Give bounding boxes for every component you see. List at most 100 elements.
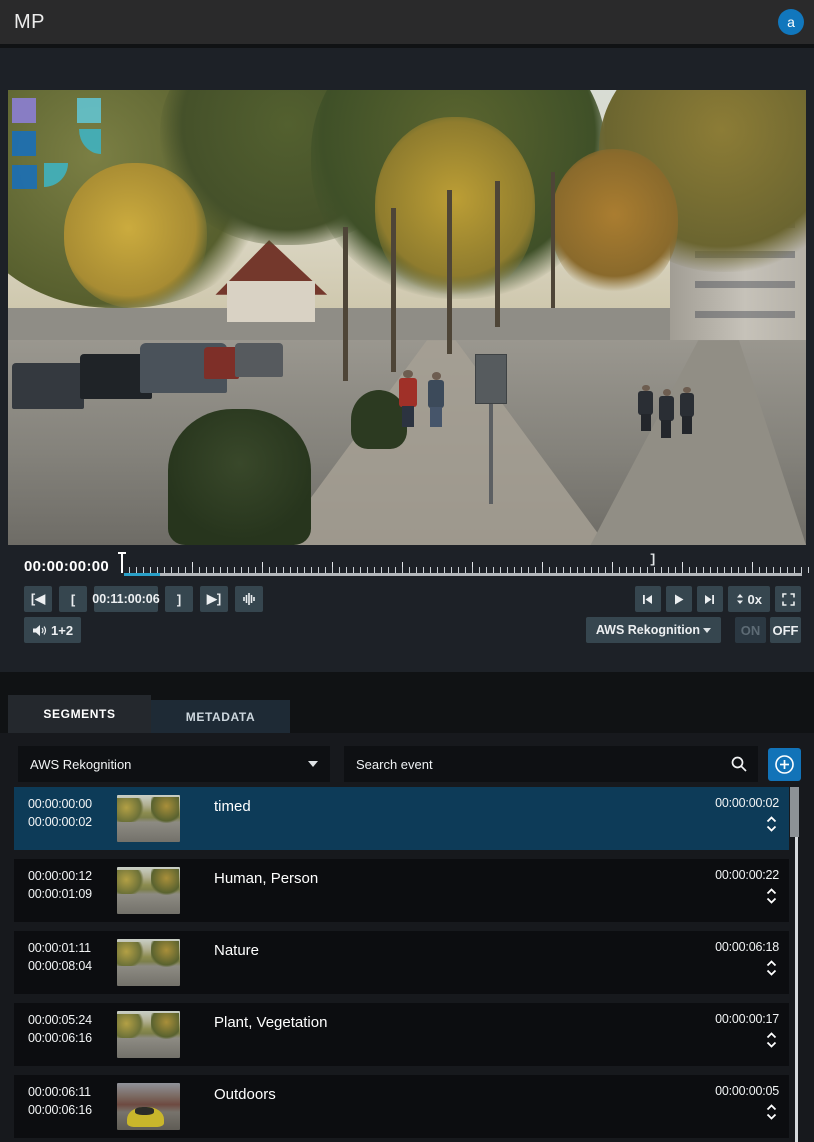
- timeline-progress: [124, 573, 160, 576]
- chevron-down-icon: [766, 1041, 777, 1048]
- category-dropdown[interactable]: AWS Rekognition: [18, 746, 330, 782]
- speed-arrows-icon: [736, 593, 744, 605]
- segment-row[interactable]: 00:00:06:11 00:00:06:16 Outdoors 00:00:0…: [14, 1075, 789, 1138]
- scene-pedestrian-blue: [428, 379, 445, 427]
- segment-row[interactable]: 00:00:05:24 00:00:06:16 Plant, Vegetatio…: [14, 1003, 789, 1066]
- segment-duration: 00:00:00:05: [715, 1084, 779, 1098]
- topbar: MP a: [0, 0, 814, 44]
- segment-thumbnail: [117, 1083, 180, 1130]
- tab-segments[interactable]: SEGMENTS: [8, 695, 151, 733]
- scene-parked-car: [235, 343, 283, 377]
- add-segment-button[interactable]: [768, 748, 801, 781]
- playhead-marker[interactable]: [121, 552, 123, 573]
- scene-parked-car: [204, 347, 240, 379]
- scene-street-sign: [475, 354, 507, 404]
- scene-sign-pole: [489, 404, 493, 504]
- chevron-down-icon: [766, 969, 777, 976]
- segment-step-down-button[interactable]: [766, 1113, 777, 1120]
- segment-steppers: [766, 888, 777, 904]
- overlay-on-button[interactable]: ON: [735, 617, 766, 643]
- segment-duration: 00:00:06:18: [715, 940, 779, 954]
- play-button[interactable]: [666, 586, 692, 612]
- scene-pedestrian: [659, 395, 673, 438]
- segment-duration: 00:00:00:22: [715, 868, 779, 882]
- user-avatar[interactable]: a: [778, 9, 804, 35]
- scene-pedestrian: [680, 393, 694, 434]
- segment-out-timecode: 00:00:06:16: [28, 1101, 92, 1119]
- app-title: MP: [14, 11, 45, 34]
- segment-timecodes: 00:00:00:12 00:00:01:09: [28, 867, 92, 903]
- scene-pedestrian-red: [399, 377, 417, 427]
- segment-step-down-button[interactable]: [766, 897, 777, 904]
- segment-timecodes: 00:00:05:24 00:00:06:16: [28, 1011, 92, 1047]
- chevron-up-icon: [766, 960, 777, 967]
- scene-tree-trunk: [343, 227, 348, 382]
- jump-to-out-button[interactable]: ▶]: [200, 586, 228, 612]
- search-icon[interactable]: [730, 755, 748, 773]
- segment-steppers: [766, 1032, 777, 1048]
- analysis-selector-value: AWS Rekognition: [596, 623, 700, 637]
- chevron-down-icon: [766, 897, 777, 904]
- app: MP a proxy_mp4_360_8ch: [0, 0, 814, 1142]
- segment-out-timecode: 00:00:01:09: [28, 885, 92, 903]
- skip-start-icon: [642, 594, 653, 605]
- segment-step-down-button[interactable]: [766, 1041, 777, 1048]
- segment-in-timecode: 00:00:01:11: [28, 939, 92, 957]
- fullscreen-icon: [782, 593, 795, 606]
- segment-out-timecode: 00:00:06:16: [28, 1029, 92, 1047]
- duration-timecode-display[interactable]: 00:11:00:06: [94, 586, 158, 612]
- waveform-icon: [242, 592, 256, 606]
- analysis-selector-button[interactable]: AWS Rekognition: [586, 617, 721, 643]
- segment-out-timecode: 00:00:08:04: [28, 957, 92, 975]
- speed-label: 0x: [748, 592, 762, 607]
- scrollbar-track[interactable]: [795, 787, 798, 1142]
- playback-speed-button[interactable]: 0x: [728, 586, 770, 612]
- audio-channels-label: 1+2: [51, 623, 73, 638]
- segment-row[interactable]: 00:00:00:12 00:00:01:09 Human, Person 00…: [14, 859, 789, 922]
- segment-duration: 00:00:00:17: [715, 1012, 779, 1026]
- segment-in-timecode: 00:00:00:00: [28, 795, 92, 813]
- chevron-up-icon: [766, 1104, 777, 1111]
- category-dropdown-value: AWS Rekognition: [30, 757, 131, 772]
- fullscreen-button[interactable]: [775, 586, 801, 612]
- segment-row[interactable]: 00:00:01:11 00:00:08:04 Nature 00:00:06:…: [14, 931, 789, 994]
- timeline-track[interactable]: [124, 573, 802, 576]
- segment-step-up-button[interactable]: [766, 960, 777, 967]
- overlay-off-button[interactable]: OFF: [770, 617, 801, 643]
- segment-thumbnail: [117, 795, 180, 842]
- segment-in-timecode: 00:00:06:11: [28, 1083, 92, 1101]
- search-input[interactable]: [356, 757, 730, 772]
- segment-steppers: [766, 816, 777, 832]
- watermark-logo: [12, 98, 112, 193]
- segments-panel: AWS Rekognition 00:00:00:00 00:00:00:02 …: [0, 733, 814, 1142]
- scene-house-wall: [227, 281, 315, 322]
- segment-step-up-button[interactable]: [766, 1104, 777, 1111]
- out-point-marker[interactable]: ]: [649, 552, 657, 567]
- segment-step-up-button[interactable]: [766, 888, 777, 895]
- search-box: [344, 746, 758, 782]
- skip-to-end-button[interactable]: [697, 586, 723, 612]
- segment-title: timed: [214, 798, 251, 815]
- skip-to-start-button[interactable]: [635, 586, 661, 612]
- jump-to-in-button[interactable]: [◀: [24, 586, 52, 612]
- chevron-down-icon: [766, 1113, 777, 1120]
- scene-tree-trunk: [551, 172, 556, 309]
- play-icon: [674, 594, 684, 605]
- waveform-toggle-button[interactable]: [235, 586, 263, 612]
- scrollbar-thumb[interactable]: [790, 787, 799, 837]
- set-out-point-button[interactable]: ]: [165, 586, 193, 612]
- segment-step-up-button[interactable]: [766, 1032, 777, 1039]
- set-in-point-button[interactable]: [: [59, 586, 87, 612]
- scene-parked-car: [12, 363, 84, 409]
- video-player[interactable]: [8, 90, 806, 545]
- segment-row[interactable]: 00:00:00:00 00:00:00:02 timed 00:00:00:0…: [14, 787, 789, 850]
- segment-title: Human, Person: [214, 870, 318, 887]
- segment-step-down-button[interactable]: [766, 969, 777, 976]
- segment-timecodes: 00:00:00:00 00:00:00:02: [28, 795, 92, 831]
- timeline-ruler[interactable]: ]: [118, 552, 810, 578]
- audio-channels-button[interactable]: 1+2: [24, 617, 81, 643]
- segment-step-down-button[interactable]: [766, 825, 777, 832]
- tab-metadata[interactable]: METADATA: [151, 700, 290, 733]
- segment-thumbnail: [117, 1011, 180, 1058]
- segment-step-up-button[interactable]: [766, 816, 777, 823]
